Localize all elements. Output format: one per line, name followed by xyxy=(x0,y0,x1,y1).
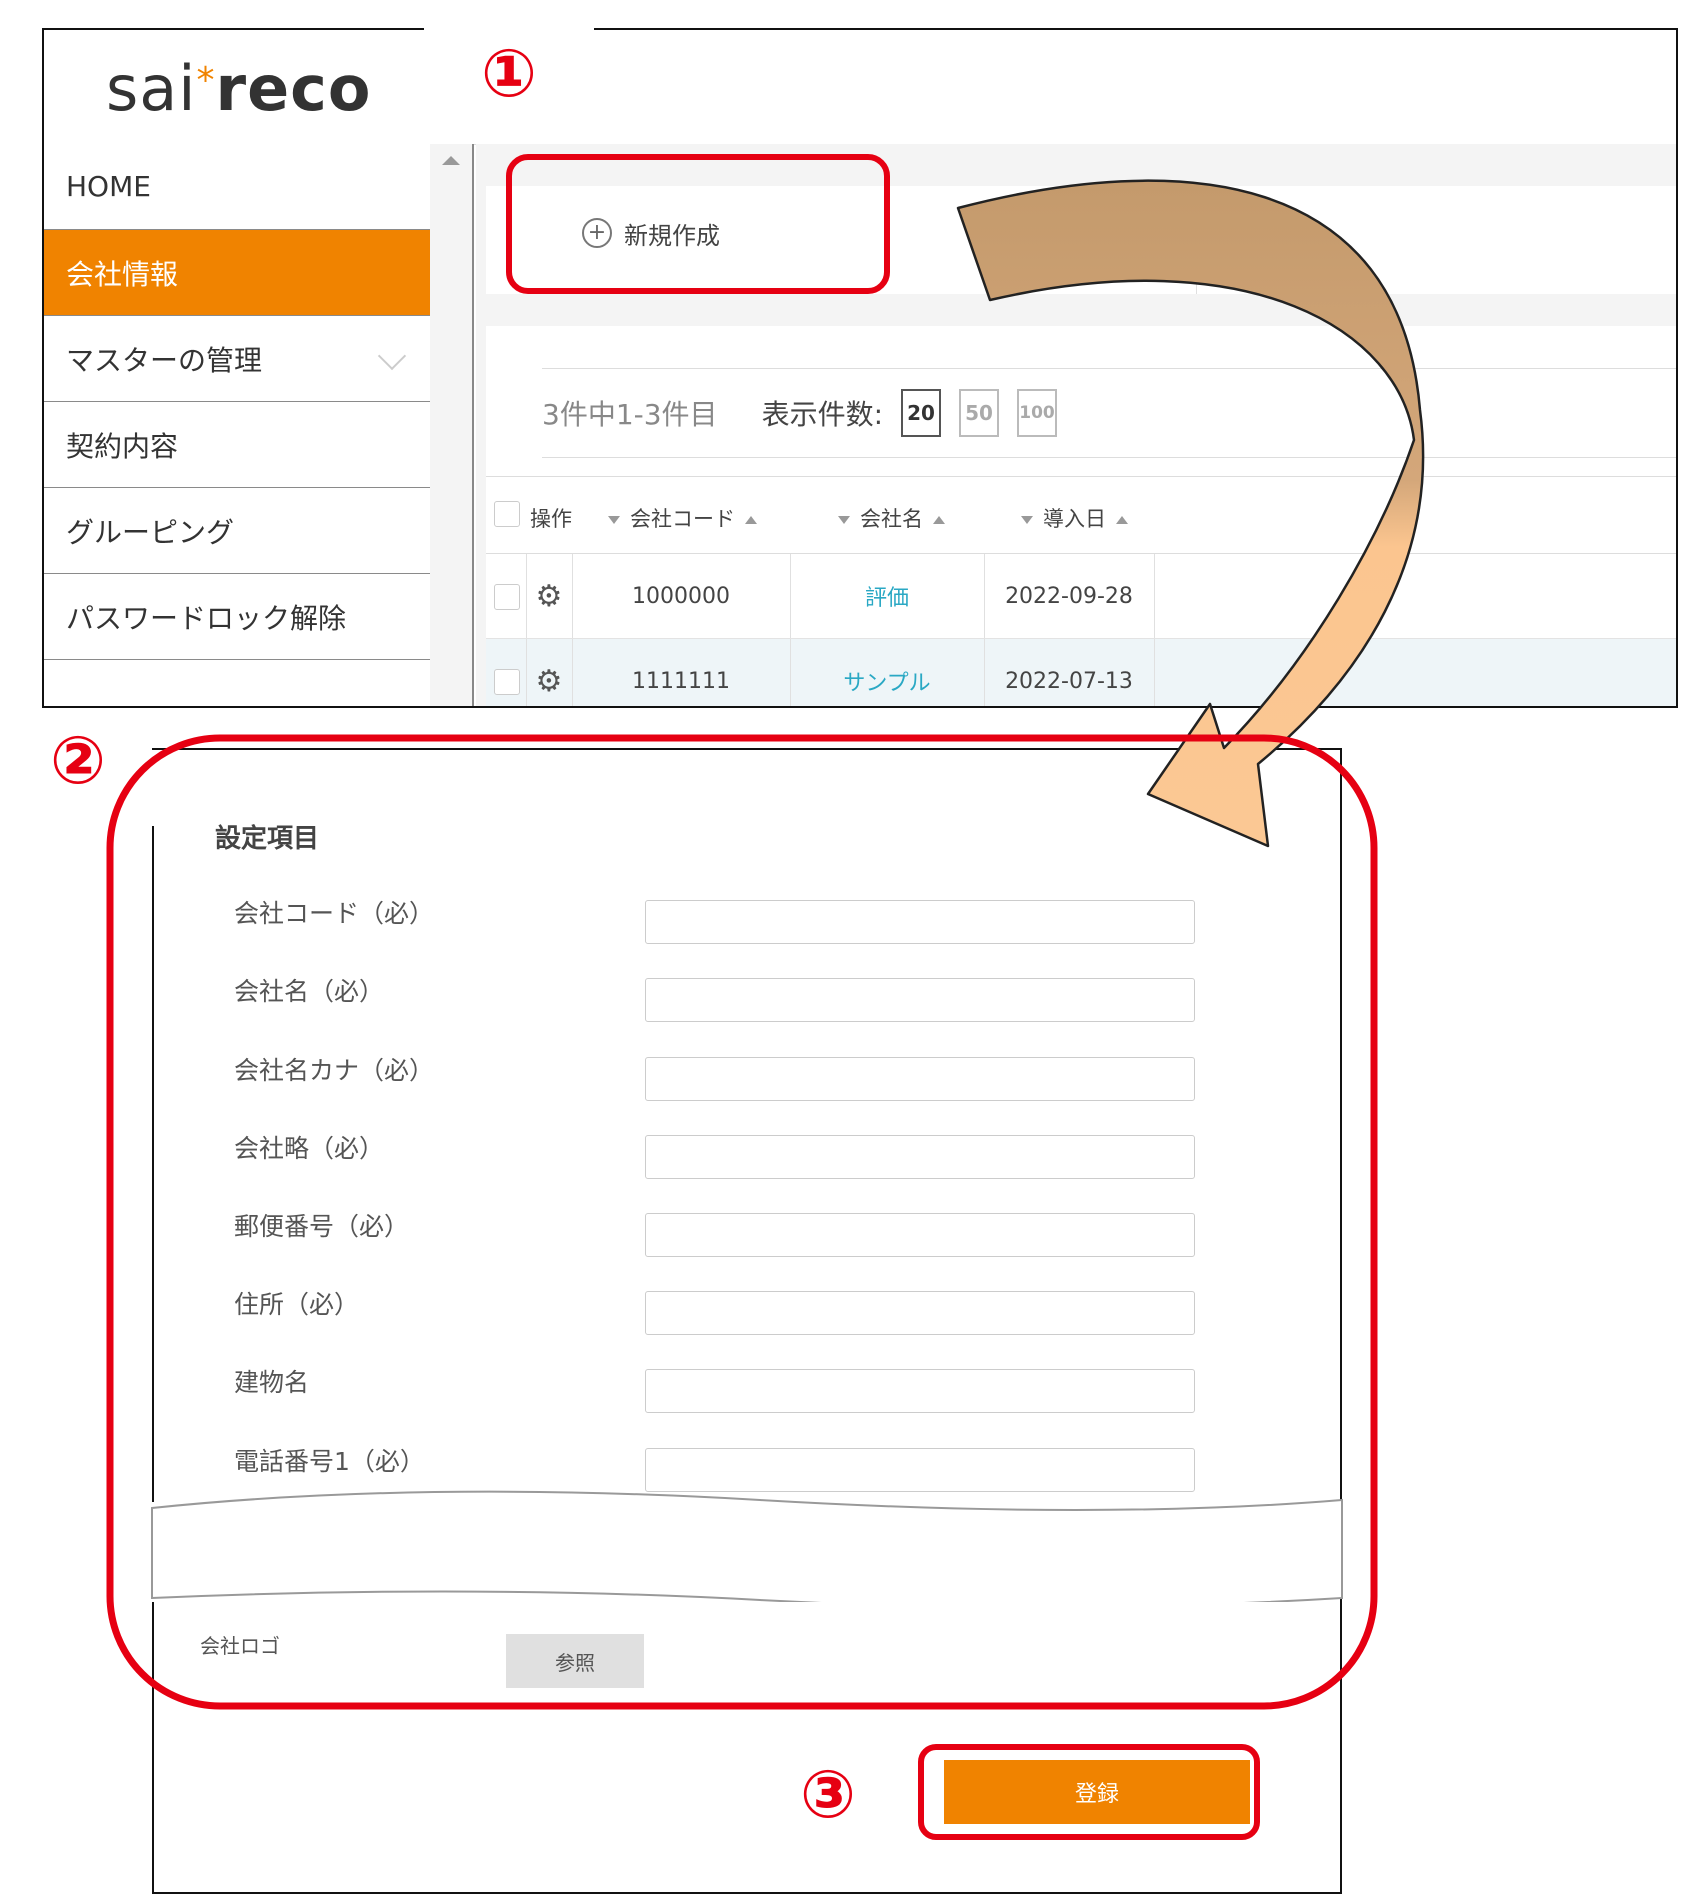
curved-arrow-icon xyxy=(956,179,1425,848)
highlight-form-area xyxy=(106,734,1378,1710)
highlight-new-create xyxy=(506,154,890,294)
highlight-register xyxy=(918,1744,1260,1840)
step-3-marker: ③ xyxy=(800,1756,856,1833)
step-2-marker: ② xyxy=(50,722,106,799)
step-1-marker: ① xyxy=(424,26,594,122)
